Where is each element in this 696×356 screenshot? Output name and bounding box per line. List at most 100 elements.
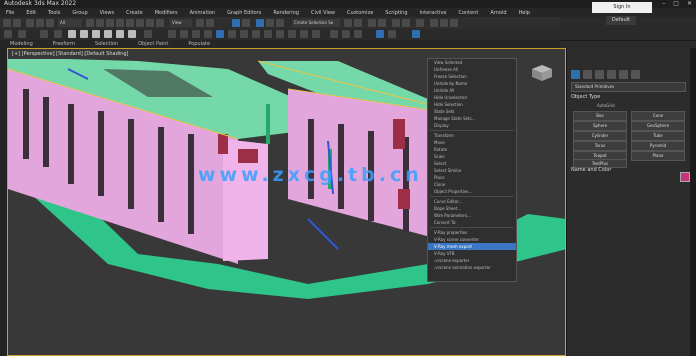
quad-item[interactable]: Manage State Sets... (428, 115, 516, 122)
toggle-layer-explorer-icon[interactable] (378, 19, 386, 27)
tab-modeling[interactable]: Modeling (0, 40, 43, 48)
select-object-icon[interactable] (86, 19, 94, 27)
hide-layer-icon[interactable] (54, 30, 62, 38)
box-button[interactable]: Box (573, 111, 627, 121)
tab-selection[interactable]: Selection (85, 40, 128, 48)
rect-selection-icon[interactable] (106, 19, 114, 27)
schematic-view-icon[interactable] (402, 19, 410, 27)
vray-render-icon[interactable] (330, 30, 338, 38)
tab-populate[interactable]: Populate (178, 40, 220, 48)
mirror-icon[interactable] (344, 19, 352, 27)
move-icon[interactable] (126, 19, 134, 27)
cone-object-icon[interactable] (104, 30, 112, 38)
quad-item[interactable]: Transform (428, 132, 516, 139)
hierarchy-tab-icon[interactable] (595, 70, 604, 79)
box-object-icon[interactable] (68, 30, 76, 38)
quad-item-highlighted[interactable]: V-Ray mesh export (428, 243, 516, 250)
window-crossing-icon[interactable] (116, 19, 124, 27)
vray-proxy-icon[interactable] (264, 30, 272, 38)
quad-item[interactable]: .vrscene animation exporter (428, 264, 516, 271)
add-to-layer-icon[interactable] (40, 30, 48, 38)
reference-coord-dropdown[interactable]: View (170, 19, 192, 27)
menu-civil-view[interactable]: Civil View (305, 10, 341, 16)
tab-freeform[interactable]: Freeform (43, 40, 85, 48)
vray-settings-icon[interactable] (388, 30, 396, 38)
quad-item[interactable]: Object Properties... (428, 188, 516, 195)
menu-modifiers[interactable]: Modifiers (149, 10, 184, 16)
cone-button[interactable]: Cone (631, 111, 685, 121)
minimize-button[interactable]: – (662, 0, 665, 8)
quad-item[interactable]: Unfreeze All (428, 66, 516, 73)
selection-filter-dropdown[interactable]: All (58, 19, 82, 27)
sphere-button[interactable]: Sphere (573, 121, 627, 131)
link-icon[interactable] (26, 19, 34, 27)
autogrid-checkbox[interactable]: AutoGrid (597, 103, 615, 108)
utilities-tab-icon[interactable] (631, 70, 640, 79)
quad-item[interactable]: Move (428, 139, 516, 146)
pyramid-button[interactable]: Pyramid (631, 141, 685, 151)
redo-icon[interactable] (13, 19, 21, 27)
pivot-icon[interactable] (196, 19, 204, 27)
menu-create[interactable]: Create (120, 10, 149, 16)
systems-icon[interactable] (228, 30, 236, 38)
camera-icon[interactable] (192, 30, 200, 38)
quad-item[interactable]: Convert To: (428, 219, 516, 226)
quad-item[interactable]: Freeze Selection (428, 73, 516, 80)
vray-light-icon[interactable] (240, 30, 248, 38)
workspace-selector[interactable]: Default (606, 16, 636, 25)
spline-icon[interactable] (168, 30, 176, 38)
modify-tab-icon[interactable] (583, 70, 592, 79)
vray-camera-icon[interactable] (252, 30, 260, 38)
light-icon[interactable] (180, 30, 188, 38)
menu-file[interactable]: File (0, 10, 20, 16)
toggle-scene-explorer-icon[interactable] (368, 19, 376, 27)
menu-tools[interactable]: Tools (42, 10, 66, 16)
render-production-icon[interactable] (450, 19, 458, 27)
torus-button[interactable]: Torus (573, 141, 627, 151)
quad-item[interactable]: Unhide by Name (428, 80, 516, 87)
quad-item[interactable]: Hide Unselected (428, 94, 516, 101)
sign-in-button[interactable]: Sign In (592, 2, 652, 13)
rotate-icon[interactable] (136, 19, 144, 27)
close-button[interactable]: ✕ (687, 0, 692, 8)
quad-item[interactable]: Wire Parameters... (428, 212, 516, 219)
quad-item[interactable]: Scale (428, 153, 516, 160)
primitive-type-dropdown[interactable]: Standard Primitives (571, 82, 686, 92)
vray-scene-converter-icon[interactable] (412, 30, 420, 38)
quad-item[interactable]: .vrscene exporter (428, 257, 516, 264)
vray-sphere-icon[interactable] (300, 30, 308, 38)
angle-snap-icon[interactable] (256, 19, 264, 27)
tube-button[interactable]: Tube (631, 131, 685, 141)
scale-icon[interactable] (146, 19, 154, 27)
named-selection-set-field[interactable]: Create Selection Se (292, 19, 340, 27)
object-color-swatch[interactable] (680, 172, 690, 182)
quad-item[interactable]: Rotate (428, 146, 516, 153)
quad-item[interactable]: Unhide All (428, 87, 516, 94)
viewport-label[interactable]: [+] [Perspective] [Standard] [Default Sh… (12, 51, 128, 57)
sphere-object-icon[interactable] (80, 30, 88, 38)
select-manipulate-icon[interactable] (206, 19, 214, 27)
menu-rendering[interactable]: Rendering (267, 10, 305, 16)
select-by-name-icon[interactable] (96, 19, 104, 27)
teapot-object-icon[interactable] (128, 30, 136, 38)
motion-tab-icon[interactable] (607, 70, 616, 79)
create-tab-icon[interactable] (571, 70, 580, 79)
quad-item[interactable]: View Selected (428, 59, 516, 66)
menu-interactive[interactable]: Interactive (414, 10, 453, 16)
quad-item[interactable]: V-Ray properties (428, 229, 516, 236)
torus-object-icon[interactable] (116, 30, 124, 38)
quad-item[interactable]: Clone (428, 181, 516, 188)
viewcube-icon[interactable] (529, 63, 555, 83)
modifier-icon[interactable] (144, 30, 152, 38)
undo-icon[interactable] (3, 19, 11, 27)
menu-help[interactable]: Help (513, 10, 536, 16)
render-setup-icon[interactable] (430, 19, 438, 27)
vray-vfb-icon[interactable] (342, 30, 350, 38)
quad-item[interactable]: Dope Sheet... (428, 205, 516, 212)
spacewarp-icon[interactable] (216, 30, 224, 38)
quad-item[interactable]: Select Similar (428, 167, 516, 174)
quad-item[interactable]: Display (428, 122, 516, 129)
plane-button[interactable]: Plane (631, 151, 685, 161)
spinner-snap-icon[interactable] (276, 19, 284, 27)
quad-item[interactable]: State Sets (428, 108, 516, 115)
